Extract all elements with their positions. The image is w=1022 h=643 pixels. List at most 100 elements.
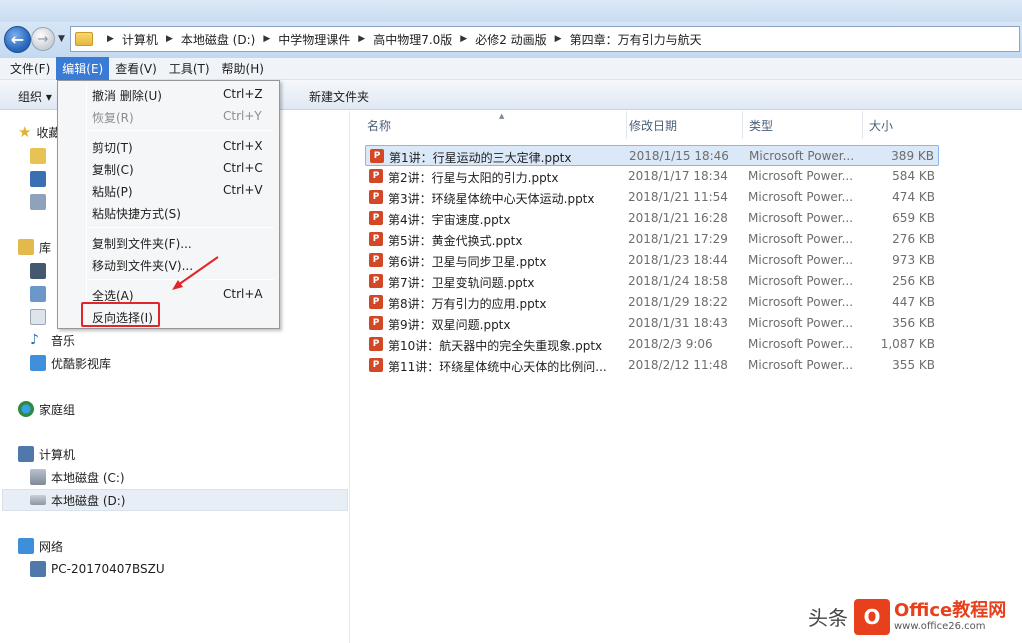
column-label: 类型	[749, 118, 774, 133]
chevron-right-icon[interactable]: ▶	[166, 34, 173, 44]
file-type: Microsoft Power...	[748, 337, 854, 351]
breadcrumb-item[interactable]: 第四章：万有引力与航天	[570, 31, 702, 48]
nav-pc[interactable]: PC-20170407BSZU	[30, 558, 165, 580]
chevron-right-icon[interactable]: ▶	[460, 34, 467, 44]
pptx-icon: P	[369, 295, 383, 309]
table-row[interactable]: P 第11讲：环绕星体统中心天体的比例问... 2018/2/12 11:48 …	[365, 355, 939, 376]
menu-shortcut: Ctrl+V	[223, 183, 263, 197]
file-size: 1,087 KB	[880, 337, 935, 351]
chevron-right-icon[interactable]: ▶	[358, 34, 365, 44]
watermark-brand-block: Office教程网 www.office26.com	[894, 600, 1007, 633]
nav-drive-d[interactable]: 本地磁盘 (D:)	[2, 489, 348, 511]
menu-tools[interactable]: 工具(T)	[163, 57, 216, 80]
nav-favorites[interactable]: ★ 收藏	[18, 121, 60, 143]
forward-button[interactable]: →	[31, 27, 55, 51]
nav-drive-c[interactable]: 本地磁盘 (C:)	[30, 466, 125, 488]
table-row[interactable]: P 第5讲：黄金代换式.pptx 2018/1/21 17:29 Microso…	[365, 229, 939, 250]
nav-lib-item[interactable]	[30, 306, 51, 328]
menu-edit[interactable]: 编辑(E)	[56, 57, 110, 80]
nav-computer[interactable]: 计算机	[18, 443, 75, 465]
chevron-right-icon[interactable]: ▶	[107, 34, 114, 44]
menu-item-copy[interactable]: 复制(C) Ctrl+C	[60, 157, 277, 179]
file-name: 第1讲：行星运动的三大定律.pptx	[389, 151, 572, 165]
menu-item-paste[interactable]: 粘贴(P) Ctrl+V	[60, 179, 277, 201]
breadcrumb-item[interactable]: 高中物理7.0版	[373, 31, 452, 48]
table-row[interactable]: P 第8讲：万有引力的应用.pptx 2018/1/29 18:22 Micro…	[365, 292, 939, 313]
menu-item-copy-to-folder[interactable]: 复制到文件夹(F)...	[60, 231, 277, 253]
file-date: 2018/1/24 18:58	[628, 274, 728, 288]
menu-label: 恢复(R)	[92, 111, 134, 125]
column-date[interactable]: 修改日期	[623, 111, 743, 139]
nav-libraries[interactable]: 库	[18, 236, 51, 258]
file-type: Microsoft Power...	[748, 232, 854, 246]
menu-separator	[88, 130, 274, 131]
nav-homegroup[interactable]: 家庭组	[18, 398, 75, 420]
menu-label: 剪切(T)	[92, 141, 133, 155]
homegroup-icon	[18, 401, 34, 417]
file-size: 355 KB	[892, 358, 935, 372]
file-date: 2018/1/29 18:22	[628, 295, 728, 309]
breadcrumb-item[interactable]: 本地磁盘 (D:)	[181, 31, 255, 48]
file-type: Microsoft Power...	[748, 274, 854, 288]
menu-item-cut[interactable]: 剪切(T) Ctrl+X	[60, 135, 277, 157]
column-name[interactable]: 名称 ▲	[361, 111, 627, 139]
watermark: 头条 O Office教程网 www.office26.com	[808, 590, 1022, 643]
video-icon	[30, 263, 46, 279]
menu-help[interactable]: 帮助(H)	[216, 57, 270, 80]
nav-fav-item[interactable]	[30, 168, 51, 190]
menu-file[interactable]: 文件(F)	[4, 57, 56, 80]
menu-item-paste-shortcut[interactable]: 粘贴快捷方式(S)	[60, 201, 277, 223]
nav-network[interactable]: 网络	[18, 535, 63, 557]
document-icon	[30, 309, 46, 325]
nav-fav-item[interactable]	[30, 191, 51, 213]
organize-button[interactable]: 组织 ▾	[18, 88, 52, 105]
music-icon: ♪	[30, 332, 39, 348]
table-row[interactable]: P 第10讲：航天器中的完全失重现象.pptx 2018/2/3 9:06 Mi…	[365, 334, 939, 355]
chevron-right-icon[interactable]: ▶	[263, 34, 270, 44]
new-folder-button[interactable]: 新建文件夹	[309, 88, 369, 105]
nav-youku[interactable]: 优酷影视库	[30, 352, 111, 374]
file-date: 2018/1/17 18:34	[628, 169, 728, 183]
menu-bar: 文件(F) 编辑(E) 查看(V) 工具(T) 帮助(H)	[0, 57, 1022, 80]
nav-lib-item[interactable]	[30, 283, 51, 305]
file-type: Microsoft Power...	[748, 253, 854, 267]
table-row[interactable]: P 第4讲：宇宙速度.pptx 2018/1/21 16:28 Microsof…	[365, 208, 939, 229]
menu-item-undo[interactable]: 撤消 删除(U) Ctrl+Z	[60, 83, 277, 105]
file-date: 2018/1/31 18:43	[628, 316, 728, 330]
breadcrumb-item[interactable]: 必修2 动画版	[475, 31, 546, 48]
table-row[interactable]: P 第2讲：行星与太阳的引力.pptx 2018/1/17 18:34 Micr…	[365, 166, 939, 187]
recent-pages-dropdown[interactable]: ▼	[58, 34, 65, 44]
menu-label: 复制(C)	[92, 163, 134, 177]
column-type[interactable]: 类型	[743, 111, 863, 139]
table-row[interactable]: P 第1讲：行星运动的三大定律.pptx 2018/1/15 18:46 Mic…	[365, 145, 939, 166]
file-type: Microsoft Power...	[748, 358, 854, 372]
chevron-right-icon[interactable]: ▶	[555, 34, 562, 44]
nav-label: PC-20170407BSZU	[51, 562, 165, 576]
back-button[interactable]: ←	[4, 26, 31, 53]
recent-icon	[30, 194, 46, 210]
file-name: 第2讲：行星与太阳的引力.pptx	[388, 171, 559, 185]
file-name: 第10讲：航天器中的完全失重现象.pptx	[388, 339, 603, 353]
table-row[interactable]: P 第3讲：环绕星体统中心天体运动.pptx 2018/1/21 11:54 M…	[365, 187, 939, 208]
file-size: 474 KB	[892, 190, 935, 204]
file-name: 第9讲：双星问题.pptx	[388, 318, 511, 332]
annotation-arrow-icon	[172, 256, 219, 290]
file-size: 356 KB	[892, 316, 935, 330]
table-row[interactable]: P 第7讲：卫星变轨问题.pptx 2018/1/24 18:58 Micros…	[365, 271, 939, 292]
menu-label: 粘贴快捷方式(S)	[92, 207, 181, 221]
nav-music[interactable]: ♪ 音乐	[30, 329, 75, 351]
file-type: Microsoft Power...	[748, 295, 854, 309]
nav-fav-item[interactable]	[30, 145, 51, 167]
breadcrumb-item[interactable]: 计算机	[122, 31, 158, 48]
menu-view[interactable]: 查看(V)	[109, 57, 163, 80]
nav-lib-item[interactable]	[30, 260, 51, 282]
breadcrumb-item[interactable]: 中学物理课件	[278, 31, 350, 48]
table-row[interactable]: P 第6讲：卫星与同步卫星.pptx 2018/1/23 18:44 Micro…	[365, 250, 939, 271]
nav-label: 库	[39, 240, 52, 255]
address-bar[interactable]: ▶ 计算机 ▶ 本地磁盘 (D:) ▶ 中学物理课件 ▶ 高中物理7.0版 ▶ …	[70, 26, 1020, 52]
nav-label: 音乐	[51, 333, 76, 348]
table-row[interactable]: P 第9讲：双星问题.pptx 2018/1/31 18:43 Microsof…	[365, 313, 939, 334]
column-size[interactable]: 大小	[863, 111, 943, 139]
library-icon	[18, 239, 34, 255]
watermark-brand: Office教程网	[894, 600, 1007, 621]
